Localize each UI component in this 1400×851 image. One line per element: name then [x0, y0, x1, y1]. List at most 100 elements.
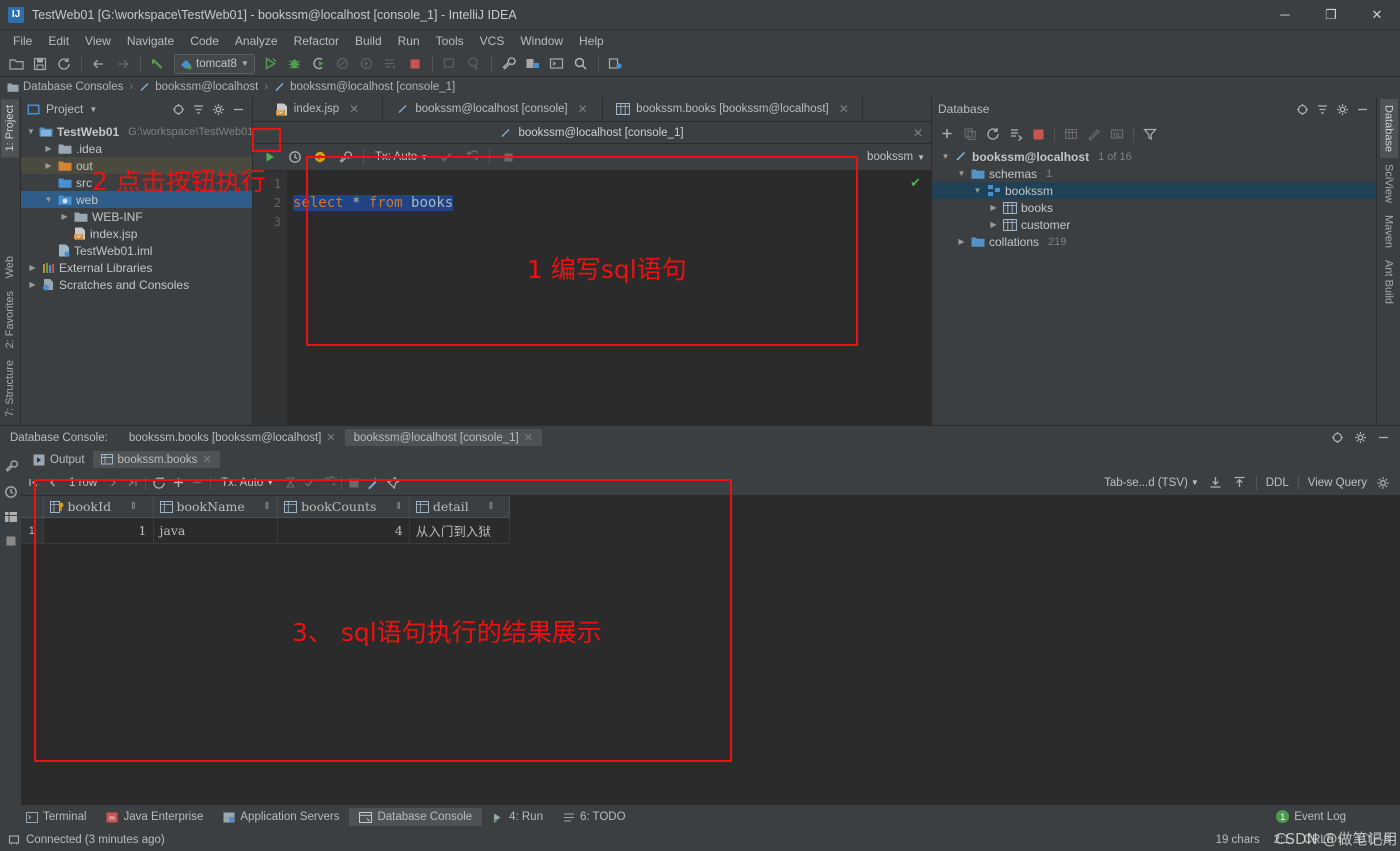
transaction-mode-selector[interactable]: Tx: Auto ▼	[371, 151, 432, 163]
execute-run-button[interactable]	[259, 146, 281, 168]
bottom-tab-console-1[interactable]: bookssm@localhost [console_1] ✕	[344, 429, 542, 446]
close-icon[interactable]: ✕	[913, 126, 923, 140]
database-tree-item-collations[interactable]: ▶ collations 219	[932, 233, 1376, 250]
run-icon[interactable]	[260, 53, 282, 75]
project-tree-item-testweb01-iml[interactable]: TestWeb01.iml	[21, 242, 252, 259]
sort-arrow-icon[interactable]: ⇕	[487, 501, 495, 512]
undo-icon[interactable]	[147, 53, 169, 75]
database-tree-item-customer[interactable]: ▶ customer	[932, 216, 1376, 233]
close-icon[interactable]: ✕	[202, 453, 211, 466]
locate-icon[interactable]	[1296, 103, 1309, 116]
gear-icon[interactable]	[1354, 431, 1367, 444]
search-icon[interactable]	[570, 53, 592, 75]
menu-item-code[interactable]: Code	[183, 32, 226, 50]
menu-item-edit[interactable]: Edit	[41, 32, 76, 50]
project-tree-item-external-libraries[interactable]: ▶ External Libraries	[21, 259, 252, 276]
close-icon[interactable]: ✕	[349, 102, 359, 116]
run-with-coverage-icon[interactable]	[308, 53, 330, 75]
gear-icon[interactable]	[1376, 476, 1390, 490]
close-icon[interactable]: ✕	[524, 431, 533, 444]
add-row-icon[interactable]	[172, 476, 185, 489]
sidebar-tab-project[interactable]: 1: Project	[1, 99, 19, 158]
menu-item-analyze[interactable]: Analyze	[228, 32, 285, 50]
event-log-indicator[interactable]: 1 Event Log	[1276, 810, 1346, 823]
result-grid[interactable]: bookId ⇕ bookName ⇕ bookCounts ⇕ detail ⇕ 1 1 jav…	[21, 496, 510, 544]
grid-cell-detail[interactable]: 从入门到入狱	[409, 517, 510, 544]
tree-expand-arrow[interactable]: ▶	[988, 220, 999, 229]
view-query-button[interactable]: View Query	[1308, 477, 1367, 489]
next-page-icon[interactable]	[107, 476, 120, 489]
pin-icon[interactable]	[386, 475, 400, 490]
grid-body[interactable]: 1 1 java 4 从入门到入狱	[21, 517, 510, 544]
grid-cell-bookName[interactable]: java	[153, 517, 279, 544]
subtab-console-1[interactable]: bookssm@localhost [console_1]	[500, 127, 684, 139]
grid-column-header-bookCounts[interactable]: bookCounts ⇕	[277, 496, 410, 518]
sidebar-tab-maven[interactable]: Maven	[1380, 209, 1398, 254]
tree-expand-arrow[interactable]: ▶	[43, 161, 54, 170]
schema-selector[interactable]: bookssm ▼	[867, 151, 931, 163]
project-tree-item-scratches-and-consoles[interactable]: ▶ Scratches and Consoles	[21, 276, 252, 293]
grid-column-header-bookName[interactable]: bookName ⇕	[153, 496, 279, 518]
database-tree-item-schemas[interactable]: ▼ schemas 1	[932, 165, 1376, 182]
stop-icon[interactable]	[5, 535, 17, 547]
minimize-icon[interactable]	[1377, 431, 1390, 444]
last-page-icon[interactable]	[126, 476, 139, 489]
status-tab-database-console[interactable]: Database Console	[349, 808, 483, 826]
result-tab-books[interactable]: bookssm.books ✕	[92, 451, 220, 468]
breadcrumb-item-2[interactable]: bookssm@localhost [console_1]	[274, 81, 455, 93]
tree-expand-arrow[interactable]: ▶	[956, 237, 967, 246]
gear-icon[interactable]	[1336, 103, 1349, 116]
sync-icon[interactable]	[53, 53, 75, 75]
tree-expand-arrow[interactable]: ▼	[972, 186, 983, 195]
sort-arrow-icon[interactable]: ⇕	[394, 501, 402, 512]
status-tab-4-run[interactable]: 4: Run	[482, 808, 553, 826]
sidebar-tab-structure[interactable]: 7: Structure	[1, 354, 19, 423]
line-separator-selector[interactable]: CRLF ⇕	[1304, 834, 1344, 846]
sidebar-tab-database[interactable]: Database	[1379, 99, 1398, 159]
status-tab-6-todo[interactable]: 6: TODO	[553, 808, 636, 826]
locate-icon[interactable]	[172, 103, 185, 116]
sync-schema-icon[interactable]	[1009, 127, 1023, 141]
project-tree[interactable]: ▼ TestWeb01 G:\workspace\TestWeb01 ▶ .idea ▶ o…	[21, 121, 252, 425]
tree-expand-arrow[interactable]: ▶	[988, 203, 999, 212]
grid-corner-cell[interactable]	[21, 496, 44, 518]
refresh-icon[interactable]	[986, 127, 1000, 141]
project-tree-item-testweb01[interactable]: ▼ TestWeb01 G:\workspace\TestWeb01	[21, 123, 252, 140]
table-icon[interactable]	[4, 511, 18, 523]
stop-icon[interactable]	[404, 53, 426, 75]
grid-transaction-selector[interactable]: Tx: Auto ▼	[217, 477, 278, 489]
debug-icon[interactable]	[284, 53, 306, 75]
project-tree-item--idea[interactable]: ▶ .idea	[21, 140, 252, 157]
console-icon[interactable]	[546, 53, 568, 75]
filter-icon[interactable]	[1143, 127, 1157, 141]
breadcrumb-item-0[interactable]: Database Consoles	[7, 81, 123, 93]
minimize-icon[interactable]	[232, 103, 245, 116]
output-format-selector[interactable]: Tab-se...d (TSV) ▼	[1104, 477, 1199, 489]
close-button[interactable]: ✕	[1354, 0, 1400, 29]
add-plus-icon[interactable]	[940, 127, 954, 141]
close-icon[interactable]: ✕	[578, 102, 588, 116]
tree-expand-arrow[interactable]: ▶	[59, 212, 70, 221]
run-configuration-selector[interactable]: tomcat8 ▼	[174, 53, 255, 74]
open-folder-icon[interactable]	[5, 53, 27, 75]
gear-icon[interactable]	[212, 103, 225, 116]
import-icon[interactable]	[1232, 475, 1247, 490]
locate-icon[interactable]	[1331, 431, 1344, 444]
sidebar-tab-web[interactable]: Web	[1, 250, 19, 284]
bottom-tab-books[interactable]: bookssm.books [bookssm@localhost] ✕	[120, 429, 345, 446]
project-tree-item-index-jsp[interactable]: JSP index.jsp	[21, 225, 252, 242]
database-tree-item-books[interactable]: ▶ books	[932, 199, 1376, 216]
tree-expand-arrow[interactable]: ▶	[27, 263, 38, 272]
wrench-icon[interactable]	[334, 146, 356, 168]
database-tree-item-bookssm-localhost[interactable]: ▼ bookssm@localhost 1 of 16	[932, 148, 1376, 165]
stop-red-icon[interactable]	[1032, 128, 1045, 141]
magic-wand-icon[interactable]	[366, 476, 380, 490]
project-tree-item-web[interactable]: ▼ web	[21, 191, 252, 208]
export-icon[interactable]	[1208, 475, 1223, 490]
grid-cell-bookCounts[interactable]: 4	[277, 517, 410, 544]
minimize-icon[interactable]	[1356, 103, 1369, 116]
menu-item-refactor[interactable]: Refactor	[287, 32, 346, 50]
project-tree-item-src[interactable]: src	[21, 174, 252, 191]
first-page-icon[interactable]	[27, 476, 40, 489]
minimize-button[interactable]: ─	[1262, 0, 1308, 29]
